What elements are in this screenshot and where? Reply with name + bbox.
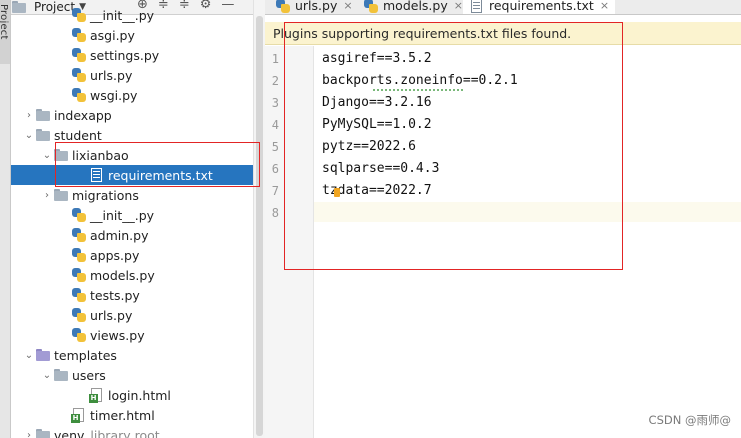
- tree-item-label: urls.py: [90, 67, 133, 83]
- chevron-right-icon[interactable]: ›: [23, 430, 35, 438]
- html-file-icon: [71, 407, 87, 423]
- html-file-icon: [89, 387, 105, 403]
- folder-icon: [35, 107, 51, 123]
- tree-row[interactable]: › indexapp: [11, 105, 264, 125]
- line-number: 8: [271, 206, 279, 220]
- templates-folder-icon: [35, 347, 51, 363]
- line-number: 3: [271, 96, 279, 110]
- line-number: 5: [271, 140, 279, 154]
- tree-item-label: models.py: [90, 267, 155, 283]
- tree-row[interactable]: __init__.py: [11, 205, 264, 225]
- line-number: 7: [271, 184, 279, 198]
- tab-label: models.py: [383, 0, 448, 13]
- line-number: 6: [271, 162, 279, 176]
- folder-icon: [53, 187, 69, 203]
- python-file-icon: [363, 0, 379, 14]
- chevron-down-icon[interactable]: ⌄: [41, 370, 53, 381]
- tab-urls-py[interactable]: urls.py ×: [275, 0, 353, 14]
- tree-item-label: tests.py: [90, 287, 140, 303]
- python-file-icon: [71, 247, 87, 263]
- project-tool-label[interactable]: Project: [0, 4, 9, 40]
- tree-row[interactable]: tests.py: [11, 285, 264, 305]
- project-tree-scrollbar[interactable]: [253, 0, 265, 438]
- tab-models-py[interactable]: models.py ×: [363, 0, 463, 14]
- tab-requirements-txt[interactable]: requirements.txt ×: [463, 0, 616, 14]
- tree-row[interactable]: views.py: [11, 325, 264, 345]
- tree-row[interactable]: settings.py: [11, 45, 264, 65]
- text-file-icon: [469, 0, 485, 14]
- tree-row[interactable]: admin.py: [11, 225, 264, 245]
- tree-row[interactable]: login.html: [11, 385, 264, 405]
- chevron-down-icon[interactable]: ⌄: [23, 350, 35, 361]
- tool-window-strip: Project: [0, 0, 11, 438]
- tree-row[interactable]: urls.py: [11, 305, 264, 325]
- annotation-box-editor: [284, 22, 623, 270]
- tree-item-label: settings.py: [90, 47, 160, 63]
- tree-row[interactable]: __init__.py: [11, 5, 264, 25]
- tree-row[interactable]: ⌄ templates: [11, 345, 264, 365]
- tree-item-label: apps.py: [90, 247, 140, 263]
- watermark: CSDN @雨师@: [648, 413, 731, 427]
- close-icon[interactable]: ×: [600, 0, 609, 12]
- tree-item-label: migrations: [72, 187, 139, 203]
- chevron-right-icon[interactable]: ›: [41, 190, 53, 201]
- tree-row[interactable]: ⌄ users: [11, 365, 264, 385]
- python-file-icon: [71, 27, 87, 43]
- tree-item-label: indexapp: [54, 107, 112, 123]
- folder-icon: [35, 127, 51, 143]
- tree-item-label: templates: [54, 347, 117, 363]
- annotation-box-tree: [55, 142, 260, 187]
- python-file-icon: [71, 307, 87, 323]
- chevron-down-icon[interactable]: ⌄: [23, 130, 35, 141]
- tree-row[interactable]: wsgi.py: [11, 85, 264, 105]
- line-number: 1: [271, 52, 279, 66]
- chevron-down-icon[interactable]: ⌄: [41, 150, 53, 161]
- python-file-icon: [71, 227, 87, 243]
- tab-label: requirements.txt: [489, 0, 594, 13]
- tree-item-label: admin.py: [90, 227, 149, 243]
- close-icon[interactable]: ×: [454, 0, 463, 12]
- editor-tab-bar: urls.py × models.py × requirements.txt ×: [265, 0, 741, 15]
- python-file-icon: [275, 0, 291, 14]
- python-file-icon: [71, 87, 87, 103]
- tab-label: urls.py: [295, 0, 338, 13]
- close-icon[interactable]: ×: [343, 0, 352, 12]
- tree-item-label: views.py: [90, 327, 145, 343]
- project-panel: Project ▼ ⊕ ≑ ≑ ⚙ — __init__.py asgi.py se…: [11, 0, 264, 438]
- line-number: 2: [271, 74, 279, 88]
- python-file-icon: [71, 207, 87, 223]
- tree-row[interactable]: urls.py: [11, 65, 264, 85]
- tree-item-label: asgi.py: [90, 27, 135, 43]
- tree-row[interactable]: › venv library root: [11, 425, 264, 438]
- scrollbar-thumb[interactable]: [256, 16, 263, 436]
- tree-item-label: venv: [54, 427, 85, 438]
- python-file-icon: [71, 7, 87, 23]
- library-root-label: library root: [90, 427, 160, 438]
- line-number: 4: [271, 118, 279, 132]
- folder-icon: [53, 367, 69, 383]
- python-file-icon: [71, 267, 87, 283]
- tree-row[interactable]: › migrations: [11, 185, 264, 205]
- tree-row[interactable]: models.py: [11, 265, 264, 285]
- python-file-icon: [71, 67, 87, 83]
- tree-row[interactable]: apps.py: [11, 245, 264, 265]
- tree-row[interactable]: asgi.py: [11, 25, 264, 45]
- tree-item-label: users: [72, 367, 106, 383]
- chevron-right-icon[interactable]: ›: [23, 110, 35, 121]
- tree-item-label: __init__.py: [90, 207, 155, 223]
- tree-item-label: login.html: [108, 387, 171, 403]
- tree-item-label: wsgi.py: [90, 87, 138, 103]
- folder-icon: [35, 427, 51, 438]
- tree-item-label: student: [54, 127, 102, 143]
- tree-row[interactable]: timer.html: [11, 405, 264, 425]
- python-file-icon: [71, 47, 87, 63]
- tree-item-label: timer.html: [90, 407, 155, 423]
- tree-item-label: __init__.py: [90, 7, 155, 23]
- tree-item-label: urls.py: [90, 307, 133, 323]
- python-file-icon: [71, 327, 87, 343]
- python-file-icon: [71, 287, 87, 303]
